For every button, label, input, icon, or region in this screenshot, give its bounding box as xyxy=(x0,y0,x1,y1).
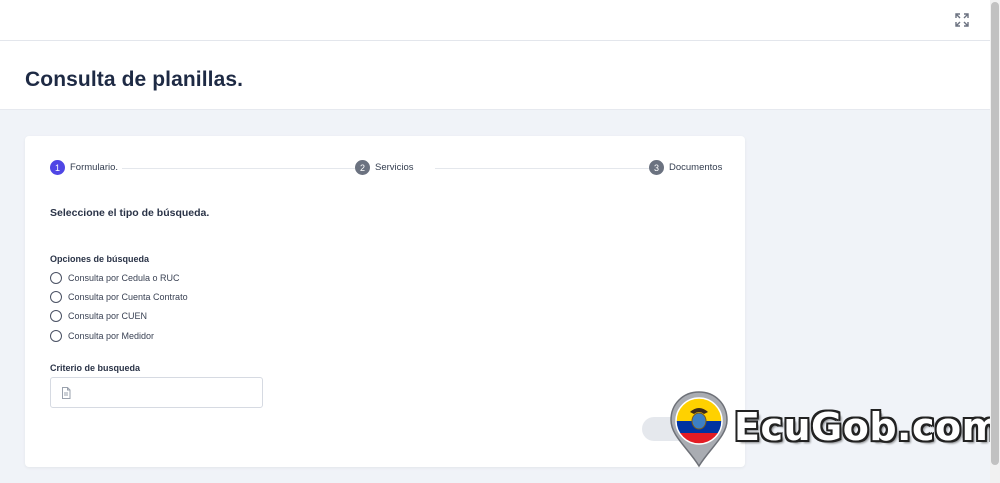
radio-label: Consulta por Medidor xyxy=(68,331,155,341)
form-card: 1 Formulario. 2 Servicios 3 Documentos S… xyxy=(25,136,745,467)
step-number: 1 xyxy=(50,160,65,175)
criteria-label: Criterio de busqueda xyxy=(50,363,141,373)
radio-option-cuenta-contrato[interactable]: Consulta por Cuenta Contrato xyxy=(50,291,188,303)
radio-option-cuen[interactable]: Consulta por CUEN xyxy=(50,310,147,322)
watermark-text: EcuGob.com xyxy=(734,405,1000,449)
ecugob-watermark: EcuGob.com xyxy=(668,390,1000,470)
search-options-label: Opciones de búsqueda xyxy=(50,254,150,264)
ecuador-flag-pin-icon xyxy=(670,391,728,468)
page-header: Consulta de planillas. xyxy=(0,41,990,110)
radio-button[interactable] xyxy=(50,330,62,342)
step-number: 3 xyxy=(649,160,664,175)
scrollbar-thumb[interactable] xyxy=(991,2,999,465)
radio-option-medidor[interactable]: Consulta por Medidor xyxy=(50,330,154,342)
section-title: Seleccione el tipo de búsqueda. xyxy=(50,207,210,219)
expand-icon xyxy=(955,13,969,27)
radio-option-cedula-ruc[interactable]: Consulta por Cedula o RUC xyxy=(50,272,180,284)
fullscreen-button[interactable] xyxy=(952,10,972,30)
step-servicios[interactable]: 2 Servicios xyxy=(355,160,418,175)
step-connector xyxy=(116,168,380,169)
radio-button[interactable] xyxy=(50,310,62,322)
stepper: 1 Formulario. 2 Servicios 3 Documentos xyxy=(50,160,727,176)
radio-label: Consulta por CUEN xyxy=(68,311,148,321)
criteria-input[interactable] xyxy=(50,377,263,408)
page-title: Consulta de planillas. xyxy=(25,68,244,91)
step-label: Servicios xyxy=(375,162,414,173)
top-bar xyxy=(0,0,990,41)
radio-label: Consulta por Cedula o RUC xyxy=(68,273,180,283)
radio-button[interactable] xyxy=(50,272,62,284)
step-connector xyxy=(435,168,675,169)
step-documentos[interactable]: 3 Documentos xyxy=(649,160,727,175)
step-label: Documentos xyxy=(669,162,723,173)
radio-label: Consulta por Cuenta Contrato xyxy=(68,292,188,302)
step-number: 2 xyxy=(355,160,370,175)
step-label: Formulario. xyxy=(70,162,119,173)
radio-button[interactable] xyxy=(50,291,62,303)
step-formulario[interactable]: 1 Formulario. xyxy=(50,160,123,175)
vertical-scrollbar[interactable] xyxy=(990,0,1000,483)
document-icon xyxy=(62,387,71,399)
